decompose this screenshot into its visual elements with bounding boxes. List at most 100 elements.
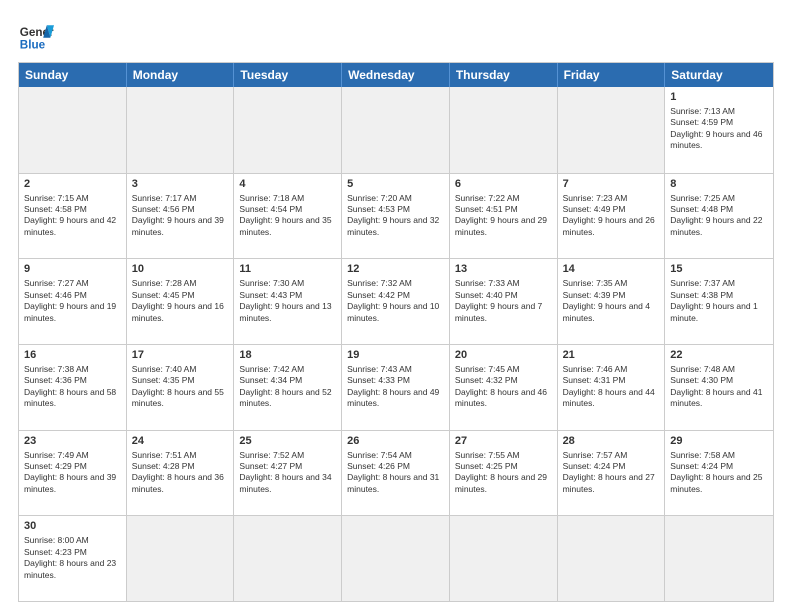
day-info: Sunrise: 7:58 AM Sunset: 4:24 PM Dayligh… <box>670 450 762 494</box>
day-info: Sunrise: 7:22 AM Sunset: 4:51 PM Dayligh… <box>455 193 547 237</box>
day-number: 19 <box>347 348 444 363</box>
day-number: 17 <box>132 348 229 363</box>
day-number: 24 <box>132 434 229 449</box>
day-cell-25: 25Sunrise: 7:52 AM Sunset: 4:27 PM Dayli… <box>234 431 342 516</box>
day-header-sunday: Sunday <box>19 63 127 87</box>
day-info: Sunrise: 7:37 AM Sunset: 4:38 PM Dayligh… <box>670 278 757 322</box>
day-cell-empty <box>19 87 127 173</box>
week-row-2: 9Sunrise: 7:27 AM Sunset: 4:46 PM Daylig… <box>19 258 773 344</box>
day-number: 8 <box>670 177 768 192</box>
day-info: Sunrise: 8:00 AM Sunset: 4:23 PM Dayligh… <box>24 535 116 579</box>
calendar: SundayMondayTuesdayWednesdayThursdayFrid… <box>18 62 774 602</box>
day-number: 7 <box>563 177 660 192</box>
day-info: Sunrise: 7:20 AM Sunset: 4:53 PM Dayligh… <box>347 193 439 237</box>
day-cell-12: 12Sunrise: 7:32 AM Sunset: 4:42 PM Dayli… <box>342 259 450 344</box>
day-cell-10: 10Sunrise: 7:28 AM Sunset: 4:45 PM Dayli… <box>127 259 235 344</box>
day-header-thursday: Thursday <box>450 63 558 87</box>
day-number: 25 <box>239 434 336 449</box>
day-info: Sunrise: 7:13 AM Sunset: 4:59 PM Dayligh… <box>670 106 762 150</box>
page-header: General Blue <box>18 18 774 54</box>
day-number: 30 <box>24 519 121 534</box>
day-info: Sunrise: 7:17 AM Sunset: 4:56 PM Dayligh… <box>132 193 224 237</box>
day-number: 20 <box>455 348 552 363</box>
day-cell-11: 11Sunrise: 7:30 AM Sunset: 4:43 PM Dayli… <box>234 259 342 344</box>
day-number: 28 <box>563 434 660 449</box>
calendar-body: 1Sunrise: 7:13 AM Sunset: 4:59 PM Daylig… <box>19 87 773 601</box>
day-cell-20: 20Sunrise: 7:45 AM Sunset: 4:32 PM Dayli… <box>450 345 558 430</box>
day-info: Sunrise: 7:32 AM Sunset: 4:42 PM Dayligh… <box>347 278 439 322</box>
day-cell-16: 16Sunrise: 7:38 AM Sunset: 4:36 PM Dayli… <box>19 345 127 430</box>
day-cell-empty <box>234 516 342 601</box>
day-header-monday: Monday <box>127 63 235 87</box>
day-cell-empty <box>127 87 235 173</box>
week-row-0: 1Sunrise: 7:13 AM Sunset: 4:59 PM Daylig… <box>19 87 773 173</box>
day-cell-9: 9Sunrise: 7:27 AM Sunset: 4:46 PM Daylig… <box>19 259 127 344</box>
day-number: 18 <box>239 348 336 363</box>
day-info: Sunrise: 7:45 AM Sunset: 4:32 PM Dayligh… <box>455 364 547 408</box>
day-cell-empty <box>342 87 450 173</box>
day-cell-28: 28Sunrise: 7:57 AM Sunset: 4:24 PM Dayli… <box>558 431 666 516</box>
day-header-friday: Friday <box>558 63 666 87</box>
day-number: 5 <box>347 177 444 192</box>
day-cell-3: 3Sunrise: 7:17 AM Sunset: 4:56 PM Daylig… <box>127 174 235 259</box>
calendar-header: SundayMondayTuesdayWednesdayThursdayFrid… <box>19 63 773 87</box>
day-info: Sunrise: 7:43 AM Sunset: 4:33 PM Dayligh… <box>347 364 439 408</box>
day-cell-5: 5Sunrise: 7:20 AM Sunset: 4:53 PM Daylig… <box>342 174 450 259</box>
day-cell-empty <box>450 87 558 173</box>
day-info: Sunrise: 7:35 AM Sunset: 4:39 PM Dayligh… <box>563 278 650 322</box>
day-cell-27: 27Sunrise: 7:55 AM Sunset: 4:25 PM Dayli… <box>450 431 558 516</box>
day-cell-24: 24Sunrise: 7:51 AM Sunset: 4:28 PM Dayli… <box>127 431 235 516</box>
day-cell-19: 19Sunrise: 7:43 AM Sunset: 4:33 PM Dayli… <box>342 345 450 430</box>
day-info: Sunrise: 7:40 AM Sunset: 4:35 PM Dayligh… <box>132 364 224 408</box>
day-number: 11 <box>239 262 336 277</box>
day-cell-empty <box>665 516 773 601</box>
day-number: 27 <box>455 434 552 449</box>
day-cell-6: 6Sunrise: 7:22 AM Sunset: 4:51 PM Daylig… <box>450 174 558 259</box>
day-cell-23: 23Sunrise: 7:49 AM Sunset: 4:29 PM Dayli… <box>19 431 127 516</box>
day-cell-22: 22Sunrise: 7:48 AM Sunset: 4:30 PM Dayli… <box>665 345 773 430</box>
day-info: Sunrise: 7:33 AM Sunset: 4:40 PM Dayligh… <box>455 278 542 322</box>
day-header-saturday: Saturday <box>665 63 773 87</box>
day-number: 29 <box>670 434 768 449</box>
day-number: 1 <box>670 90 768 105</box>
day-cell-empty <box>127 516 235 601</box>
day-header-tuesday: Tuesday <box>234 63 342 87</box>
day-cell-1: 1Sunrise: 7:13 AM Sunset: 4:59 PM Daylig… <box>665 87 773 173</box>
day-cell-empty <box>558 516 666 601</box>
day-info: Sunrise: 7:51 AM Sunset: 4:28 PM Dayligh… <box>132 450 224 494</box>
svg-text:Blue: Blue <box>20 39 46 52</box>
day-number: 16 <box>24 348 121 363</box>
week-row-1: 2Sunrise: 7:15 AM Sunset: 4:58 PM Daylig… <box>19 173 773 259</box>
day-info: Sunrise: 7:23 AM Sunset: 4:49 PM Dayligh… <box>563 193 655 237</box>
day-number: 6 <box>455 177 552 192</box>
day-cell-2: 2Sunrise: 7:15 AM Sunset: 4:58 PM Daylig… <box>19 174 127 259</box>
day-info: Sunrise: 7:30 AM Sunset: 4:43 PM Dayligh… <box>239 278 331 322</box>
day-info: Sunrise: 7:15 AM Sunset: 4:58 PM Dayligh… <box>24 193 116 237</box>
day-cell-empty <box>342 516 450 601</box>
day-cell-18: 18Sunrise: 7:42 AM Sunset: 4:34 PM Dayli… <box>234 345 342 430</box>
day-number: 12 <box>347 262 444 277</box>
day-number: 14 <box>563 262 660 277</box>
day-info: Sunrise: 7:27 AM Sunset: 4:46 PM Dayligh… <box>24 278 116 322</box>
day-number: 9 <box>24 262 121 277</box>
week-row-3: 16Sunrise: 7:38 AM Sunset: 4:36 PM Dayli… <box>19 344 773 430</box>
day-info: Sunrise: 7:55 AM Sunset: 4:25 PM Dayligh… <box>455 450 547 494</box>
week-row-5: 30Sunrise: 8:00 AM Sunset: 4:23 PM Dayli… <box>19 515 773 601</box>
day-info: Sunrise: 7:57 AM Sunset: 4:24 PM Dayligh… <box>563 450 655 494</box>
day-cell-21: 21Sunrise: 7:46 AM Sunset: 4:31 PM Dayli… <box>558 345 666 430</box>
day-cell-15: 15Sunrise: 7:37 AM Sunset: 4:38 PM Dayli… <box>665 259 773 344</box>
day-cell-empty <box>450 516 558 601</box>
day-cell-8: 8Sunrise: 7:25 AM Sunset: 4:48 PM Daylig… <box>665 174 773 259</box>
day-header-wednesday: Wednesday <box>342 63 450 87</box>
day-info: Sunrise: 7:38 AM Sunset: 4:36 PM Dayligh… <box>24 364 116 408</box>
day-info: Sunrise: 7:48 AM Sunset: 4:30 PM Dayligh… <box>670 364 762 408</box>
day-info: Sunrise: 7:28 AM Sunset: 4:45 PM Dayligh… <box>132 278 224 322</box>
day-cell-7: 7Sunrise: 7:23 AM Sunset: 4:49 PM Daylig… <box>558 174 666 259</box>
logo-icon: General Blue <box>18 18 54 54</box>
day-number: 4 <box>239 177 336 192</box>
day-number: 22 <box>670 348 768 363</box>
day-cell-26: 26Sunrise: 7:54 AM Sunset: 4:26 PM Dayli… <box>342 431 450 516</box>
day-number: 26 <box>347 434 444 449</box>
day-cell-29: 29Sunrise: 7:58 AM Sunset: 4:24 PM Dayli… <box>665 431 773 516</box>
day-cell-14: 14Sunrise: 7:35 AM Sunset: 4:39 PM Dayli… <box>558 259 666 344</box>
